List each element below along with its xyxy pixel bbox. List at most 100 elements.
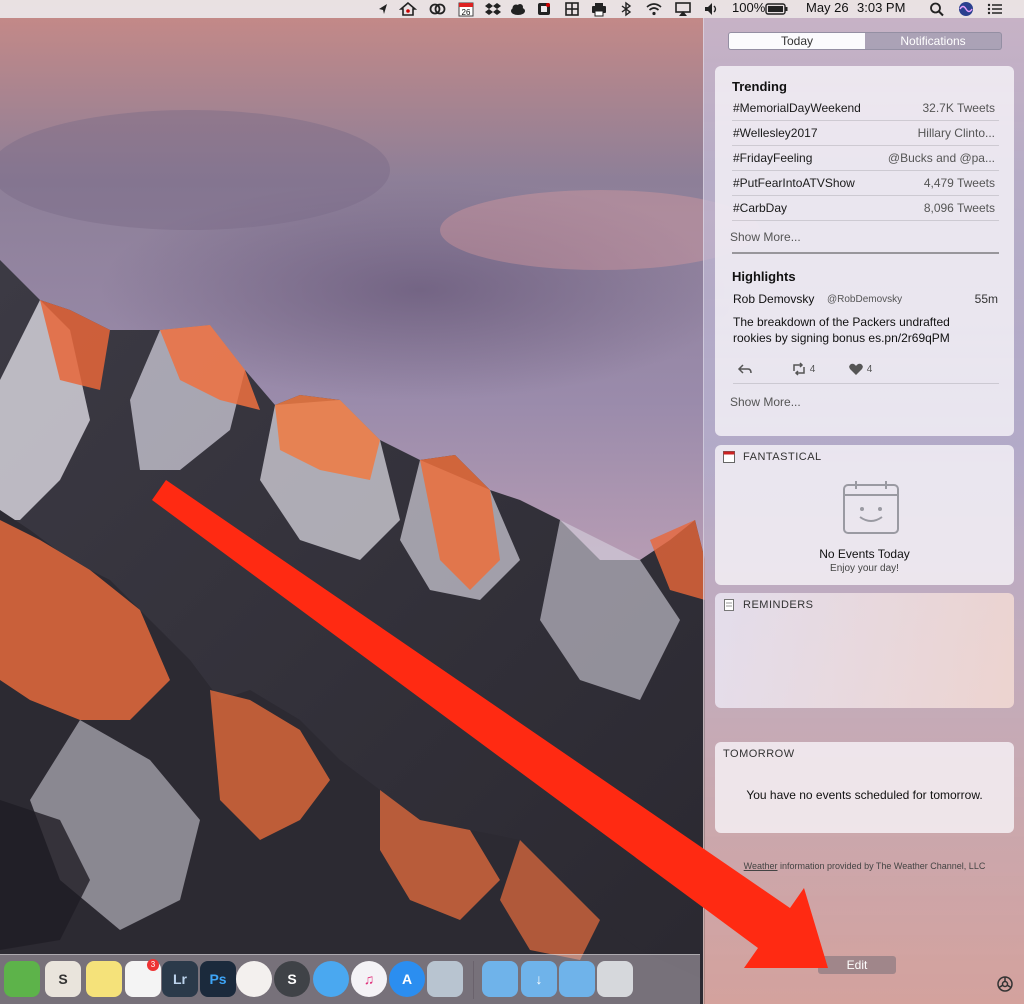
dock-downloads-folder[interactable]: ↓ (521, 961, 557, 997)
menubar-date[interactable]: May 26 (806, 0, 849, 18)
dock-notes[interactable] (86, 961, 122, 997)
dropbox-icon[interactable] (484, 1, 502, 17)
dock-evernote[interactable] (4, 961, 40, 997)
notes-icon (86, 961, 122, 997)
tweet-actions: 4 4 (733, 360, 999, 384)
preview-icon (427, 961, 463, 997)
messages-icon (313, 961, 349, 997)
reminders-header: REMINDERS (715, 593, 1014, 617)
dock-separator (473, 961, 474, 999)
spotlight-icon[interactable] (928, 1, 946, 17)
trend-row[interactable]: #PutFearIntoATVShow 4,479 Tweets (732, 171, 999, 196)
weather-credit-text: information provided by The Weather Chan… (777, 861, 986, 871)
tweet-author-handle[interactable]: @RobDemovsky (827, 294, 902, 305)
reminders-icon (724, 599, 734, 611)
home-icon[interactable] (399, 1, 417, 17)
show-more-highlights-link[interactable]: Show More... (730, 395, 801, 409)
dock-slack[interactable]: S (45, 961, 81, 997)
location-icon[interactable] (374, 1, 392, 17)
fantastical-header: FANTASTICAL (715, 445, 1014, 469)
trend-tag: #PutFearIntoATVShow (733, 176, 855, 190)
dock-itunes[interactable]: ♫ (351, 961, 387, 997)
battery-icon[interactable] (765, 1, 789, 17)
trash-icon (597, 961, 633, 997)
grid-icon[interactable] (563, 1, 581, 17)
retweet-icon (793, 362, 805, 376)
edit-button[interactable]: Edit (818, 956, 896, 974)
tab-notifications[interactable]: Notifications (865, 33, 1001, 49)
dock-preview[interactable] (427, 961, 463, 997)
evernote-icon (4, 961, 40, 997)
slack-icon: S (58, 971, 68, 987)
gear-icon[interactable] (996, 975, 1014, 993)
fantastical-widget: FANTASTICAL No Events Today Enjoy your d… (715, 445, 1014, 585)
trend-meta: 8,096 Tweets (923, 201, 995, 215)
no-events-subtitle: Enjoy your day! (830, 563, 899, 574)
heart-icon (849, 364, 863, 376)
dock-documents-folder[interactable] (559, 961, 595, 997)
dock-applications-folder[interactable] (482, 961, 518, 997)
tomorrow-empty-text: You have no events scheduled for tomorro… (746, 788, 983, 802)
calendar-icon[interactable]: 26 (457, 1, 475, 17)
retweet-button[interactable]: 4 (791, 362, 815, 378)
highlights-title: Highlights (732, 269, 796, 284)
reply-icon[interactable] (737, 362, 753, 378)
itunes-icon: ♫ (363, 971, 375, 987)
dock-photoshop[interactable]: Ps (200, 961, 236, 997)
dock-sonos[interactable]: S (274, 961, 310, 997)
downloads-folder-icon: ↓ (535, 971, 543, 987)
dock-lightroom[interactable]: Lr (162, 961, 198, 997)
printer-icon[interactable] (590, 1, 608, 17)
volume-icon[interactable] (703, 1, 721, 17)
app-store-icon: A (401, 971, 413, 987)
airplay-icon[interactable] (674, 1, 692, 17)
cloud-icon[interactable] (509, 1, 527, 17)
trend-tag: #Wellesley2017 (733, 126, 818, 140)
weather-link[interactable]: Weather (744, 861, 778, 871)
dock-photos[interactable] (236, 961, 272, 997)
today-notifications-switch: Today Notifications (728, 32, 1002, 50)
trend-tag: #FridayFeeling (733, 151, 813, 165)
wifi-icon[interactable] (645, 1, 663, 17)
evernote-icon[interactable] (535, 1, 553, 17)
retweet-count: 4 (809, 364, 816, 375)
trend-row[interactable]: #Wellesley2017 Hillary Clinto... (732, 121, 999, 146)
reminders-badge: 3 (147, 959, 159, 971)
trend-tag: #CarbDay (733, 201, 788, 215)
creative-cloud-icon[interactable] (428, 1, 446, 17)
weather-credit: Weather information provided by The Weat… (704, 861, 1024, 871)
trend-row[interactable]: #FridayFeeling @Bucks and @pa... (732, 146, 999, 171)
dock-trash[interactable] (597, 961, 633, 997)
tomorrow-header: TOMORROW (715, 742, 1014, 766)
lightroom-icon: Lr (173, 971, 187, 987)
dock-app-store[interactable]: A (389, 961, 425, 997)
trend-row[interactable]: #MemorialDayWeekend 32.7K Tweets (732, 96, 999, 121)
tweet-author-name[interactable]: Rob Demovsky (733, 292, 814, 306)
notification-center-list-icon[interactable] (986, 1, 1004, 17)
no-events-title: No Events Today (819, 547, 910, 561)
show-more-trending-link[interactable]: Show More... (730, 230, 801, 244)
tweet-text: The breakdown of the Packers undrafted r… (733, 315, 950, 345)
notification-center-panel: Today Notifications Trending #MemorialDa… (703, 18, 1024, 1004)
siri-icon[interactable] (957, 1, 975, 17)
trend-meta: 32.7K Tweets (922, 101, 996, 115)
bluetooth-icon[interactable] (617, 1, 635, 17)
fantastical-title: FANTASTICAL (743, 451, 822, 463)
menu-bar: 26 100% May 26 3:03 PM (0, 0, 1024, 18)
like-button[interactable]: 4 (848, 362, 872, 378)
dock-messages[interactable] (313, 961, 349, 997)
folder-icon (559, 961, 595, 997)
tomorrow-title: TOMORROW (723, 748, 795, 760)
twitter-widget: Trending #MemorialDayWeekend 32.7K Tweet… (715, 66, 1014, 436)
battery-percent[interactable]: 100% (732, 0, 765, 18)
reminders-widget: REMINDERS (715, 593, 1014, 708)
calendar-day: 26 (462, 8, 471, 17)
trend-meta: 4,479 Tweets (923, 176, 995, 190)
trend-meta: @Bucks and @pa... (887, 151, 995, 165)
tab-today[interactable]: Today (729, 33, 865, 49)
trend-tag: #MemorialDayWeekend (733, 101, 861, 115)
fantastical-icon (723, 451, 735, 463)
trend-row[interactable]: #CarbDay 8,096 Tweets (732, 196, 999, 221)
folder-icon (482, 961, 518, 997)
menubar-time[interactable]: 3:03 PM (857, 0, 905, 18)
